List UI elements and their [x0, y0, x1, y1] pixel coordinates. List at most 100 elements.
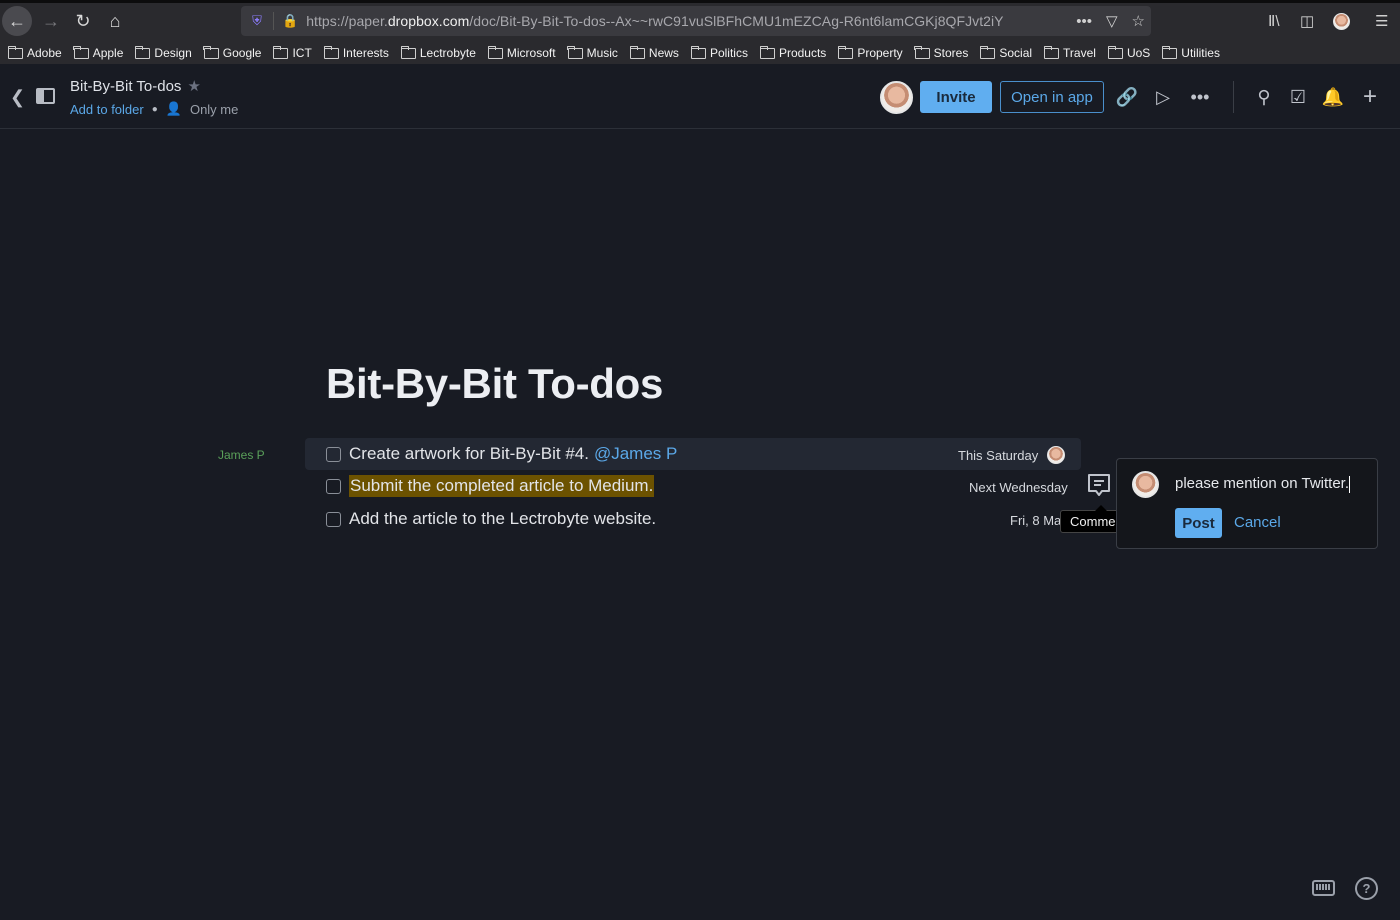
- folder-icon: [1161, 45, 1178, 59]
- paper-header: ❮ Bit-By-Bit To-dos ★ Add to folder ● 👤 …: [0, 65, 1400, 129]
- bookmark-folder[interactable]: Stores: [914, 45, 968, 60]
- sidebar-toggle-icon[interactable]: ◫: [1300, 6, 1314, 36]
- home-icon: ⌂: [109, 10, 121, 31]
- keyboard-shortcuts-icon[interactable]: [1312, 880, 1335, 896]
- library-icon[interactable]: Ⅱ\: [1268, 6, 1280, 36]
- bookmark-folder[interactable]: Social: [980, 45, 1032, 60]
- folder-icon: [690, 45, 706, 59]
- bookmark-folder[interactable]: Music: [567, 45, 618, 60]
- bookmark-folder[interactable]: Politics: [690, 45, 748, 60]
- bookmark-folder[interactable]: News: [629, 45, 679, 60]
- folder-icon: [1043, 45, 1060, 59]
- address-bar[interactable]: ⛨ 🔒 https://paper.dropbox.com/doc/Bit-By…: [241, 6, 1151, 36]
- todo-checkbox[interactable]: [326, 478, 341, 494]
- present-icon[interactable]: ▷: [1151, 85, 1175, 109]
- lock-icon[interactable]: 🔒: [282, 13, 298, 29]
- bookmark-folder[interactable]: Microsoft: [487, 45, 556, 60]
- help-icon[interactable]: ?: [1355, 877, 1378, 900]
- bookmarks-bar: Adobe Apple Design Google ICT Interests …: [0, 42, 1400, 64]
- folder-icon: [7, 45, 23, 59]
- more-options-icon[interactable]: •••: [1188, 85, 1212, 109]
- todo-checkbox[interactable]: [326, 446, 341, 462]
- folder-icon: [203, 45, 219, 59]
- user-avatar[interactable]: [880, 81, 913, 114]
- account-avatar[interactable]: [1333, 6, 1350, 36]
- page-title[interactable]: Bit-By-Bit To-dos: [326, 360, 663, 408]
- sidebar-panel-icon[interactable]: [36, 88, 55, 104]
- todo-checkbox[interactable]: [326, 511, 341, 527]
- bookmark-folder[interactable]: UoS: [1107, 45, 1150, 60]
- author-attribution: James P: [218, 448, 265, 462]
- bookmark-folder[interactable]: Lectrobyte: [400, 45, 476, 60]
- assignee-avatar[interactable]: [1047, 446, 1065, 464]
- checklist-icon[interactable]: ☑: [1286, 85, 1310, 109]
- reload-button[interactable]: ↻: [68, 6, 98, 36]
- person-icon: 👤: [165, 101, 182, 116]
- separator-dot: ●: [151, 103, 158, 115]
- bookmark-folder[interactable]: Products: [759, 45, 826, 60]
- bookmark-folder[interactable]: Google: [203, 45, 261, 60]
- folder-icon: [323, 45, 339, 59]
- link-icon[interactable]: 🔗: [1115, 85, 1139, 109]
- user-mention[interactable]: @James P: [594, 444, 677, 464]
- back-button[interactable]: ←: [2, 6, 32, 36]
- folder-icon: [980, 45, 996, 59]
- folder-icon: [487, 45, 503, 59]
- cancel-button[interactable]: Cancel: [1234, 514, 1281, 531]
- comment-composer: please mention on Twitter. Post Cancel: [1116, 458, 1378, 549]
- folder-icon: [629, 45, 645, 59]
- todo-item[interactable]: Submit the completed article to Medium.: [326, 470, 655, 502]
- back-chevron-icon[interactable]: ❮: [10, 87, 25, 108]
- folder-icon: [838, 45, 854, 59]
- post-button[interactable]: Post: [1175, 508, 1222, 538]
- page-actions-icon[interactable]: •••: [1076, 13, 1092, 30]
- sharing-status[interactable]: Only me: [190, 102, 238, 117]
- bookmark-folder[interactable]: Property: [838, 45, 903, 60]
- pocket-icon[interactable]: ▽: [1106, 12, 1118, 30]
- due-date[interactable]: Fri, 8 Ma: [1010, 513, 1061, 528]
- header-doc-title: Bit-By-Bit To-dos ★: [70, 77, 201, 96]
- bookmark-folder[interactable]: ICT: [273, 45, 312, 60]
- bookmark-folder[interactable]: Travel: [1043, 45, 1096, 60]
- folder-icon: [914, 45, 930, 59]
- bookmark-folder[interactable]: Adobe: [7, 45, 62, 60]
- text-caret: [1349, 475, 1350, 493]
- invite-button[interactable]: Invite: [920, 81, 992, 113]
- notification-bell-icon[interactable]: 🔔: [1321, 85, 1345, 109]
- browser-toolbar: ← → ↻ ⌂ ⛨ 🔒 https://paper.dropbox.com/do…: [0, 0, 1400, 42]
- bookmark-folder[interactable]: Interests: [323, 45, 389, 60]
- hamburger-menu-icon[interactable]: ☰: [1375, 6, 1388, 36]
- todo-item[interactable]: Create artwork for Bit-By-Bit #4. @James…: [326, 438, 677, 470]
- doc-meta: Add to folder ● 👤 Only me: [70, 101, 238, 117]
- folder-icon: [567, 45, 583, 59]
- highlighted-text[interactable]: Submit the completed article to Medium.: [349, 475, 655, 497]
- tab-strip: [0, 0, 1400, 3]
- star-icon[interactable]: ★: [187, 77, 200, 95]
- bookmark-star-icon[interactable]: ☆: [1132, 12, 1145, 30]
- bookmark-folder[interactable]: Utilities: [1161, 45, 1220, 60]
- todo-item[interactable]: Add the article to the Lectrobyte websit…: [326, 503, 656, 535]
- folder-icon: [273, 45, 289, 59]
- header-divider: [1233, 81, 1234, 113]
- url-divider: [273, 12, 274, 30]
- folder-icon: [400, 45, 416, 59]
- arrow-right-icon: →: [42, 10, 60, 31]
- home-button[interactable]: ⌂: [100, 6, 130, 36]
- comment-input[interactable]: please mention on Twitter.: [1175, 475, 1365, 493]
- plus-icon[interactable]: +: [1358, 83, 1382, 110]
- tracking-shield-icon[interactable]: ⛨: [249, 13, 265, 29]
- search-icon[interactable]: ⚲: [1252, 85, 1276, 109]
- folder-icon: [1107, 45, 1123, 59]
- url-text[interactable]: https://paper.dropbox.com/doc/Bit-By-Bit…: [306, 13, 1003, 29]
- open-in-app-button[interactable]: Open in app: [1000, 81, 1104, 113]
- folder-icon: [759, 45, 775, 59]
- comment-button[interactable]: [1086, 472, 1112, 498]
- reload-icon: ↻: [75, 10, 91, 31]
- bookmark-folder[interactable]: Design: [135, 45, 192, 60]
- due-date[interactable]: Next Wednesday: [969, 480, 1068, 495]
- folder-icon: [135, 45, 151, 59]
- due-date[interactable]: This Saturday: [958, 448, 1038, 463]
- bookmark-folder[interactable]: Apple: [73, 45, 123, 60]
- add-to-folder-link[interactable]: Add to folder: [70, 102, 144, 117]
- forward-button[interactable]: →: [36, 6, 66, 36]
